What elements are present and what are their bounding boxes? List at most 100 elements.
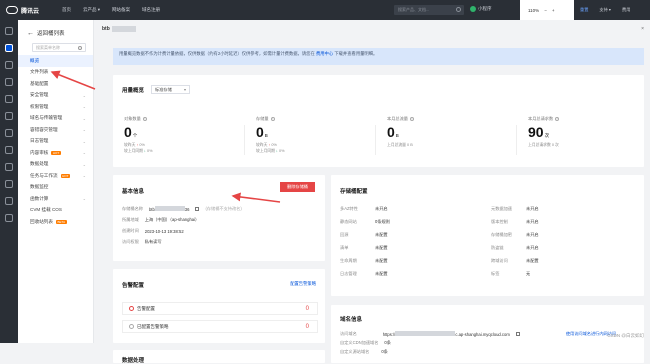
config-label: 多AZ特性 xyxy=(340,206,358,211)
redacted-bucket-name xyxy=(154,206,185,211)
created-row: 创建时间 2023-10-13 19:38:52 xyxy=(122,228,184,234)
metric-number: 0 xyxy=(387,124,395,140)
container-icon[interactable] xyxy=(5,163,13,171)
database-icon[interactable] xyxy=(5,78,13,86)
compare-value: 0 B xyxy=(407,143,413,147)
metric-unit: 次 xyxy=(544,133,550,138)
usage-metric: 对象数量? 0个 较昨天 ↑ 0% 较上月同期 ↓ 0% xyxy=(124,116,244,154)
nav-products[interactable]: 云产品 ▾ xyxy=(83,7,100,13)
metric-number: 0 xyxy=(124,124,132,140)
compare-value: 0 次 xyxy=(551,143,559,147)
help-icon[interactable]: ? xyxy=(142,117,147,121)
delete-bucket-button[interactable]: 删除存储桶 xyxy=(280,182,315,192)
config-label: 版本控制 xyxy=(491,219,508,224)
zoom-in-button[interactable]: + xyxy=(552,8,555,13)
help-icon[interactable]: ? xyxy=(555,117,560,121)
cos-icon[interactable] xyxy=(5,44,13,52)
config-label: 日志管理 xyxy=(340,271,357,276)
menu-search-input[interactable]: 搜索菜单名称 xyxy=(32,43,86,52)
configure-alert-link[interactable]: 配置告警策略 xyxy=(290,281,316,287)
config-value: 未配置 xyxy=(375,245,388,250)
sidebar-item[interactable]: 容错容灾管理 ⌄ xyxy=(18,124,93,136)
bucket-config-title: 存储桶配置 xyxy=(340,189,368,195)
domain-suffix: c.ap-shanghai.myqcloud.com xyxy=(455,332,510,337)
help-icon[interactable]: ? xyxy=(409,117,414,121)
config-value: 未开启 xyxy=(526,206,539,211)
sidebar-item[interactable]: CVM 挂载 COS xyxy=(18,205,93,217)
search-placeholder: 搜索产品、文档... xyxy=(398,7,430,12)
nav-home[interactable]: 首页 xyxy=(62,7,71,13)
help-icon[interactable]: ? xyxy=(270,117,275,121)
metric-divider xyxy=(516,125,517,155)
alert-row-triggered[interactable]: 告警配置 0 xyxy=(122,302,318,315)
sidebar-item[interactable]: 文件列表 xyxy=(18,67,93,79)
sidebar-item-label: 基础配置 xyxy=(30,80,49,86)
copy-icon[interactable] xyxy=(515,332,520,336)
metric-divider xyxy=(244,125,245,155)
close-icon[interactable]: × xyxy=(641,26,644,32)
sidebar-item-label: 域名与传输管理 xyxy=(30,115,63,121)
global-search-input[interactable]: 搜索产品、文档... xyxy=(394,5,464,15)
settings-icon[interactable] xyxy=(5,214,13,222)
sidebar-item-label: 日志管理 xyxy=(30,138,49,144)
server-icon[interactable] xyxy=(5,61,13,69)
nav-icp[interactable]: 网站备案 xyxy=(112,7,130,13)
cdn-icon[interactable] xyxy=(5,146,13,154)
metric-value: 0个 xyxy=(124,124,244,142)
sidebar-item[interactable]: 数据处理 ⌄ xyxy=(18,159,93,171)
brand-logo[interactable]: 腾讯云 xyxy=(6,6,60,15)
sidebar-item[interactable]: 基础配置 ⌄ xyxy=(18,78,93,90)
sidebar-item[interactable]: 权限管理 ⌄ xyxy=(18,101,93,113)
sidebar-item[interactable]: 回收站列表 BETA xyxy=(18,216,93,228)
sidebar-item-label: 文件列表 xyxy=(30,69,49,75)
alert-row-policies[interactable]: 已配置告警策略 0 xyxy=(122,320,318,333)
monitor-icon[interactable] xyxy=(5,112,13,120)
chevron-down-icon: ⌄ xyxy=(82,92,86,98)
zoom-reset-button[interactable]: 重置 xyxy=(580,7,588,13)
network-icon[interactable] xyxy=(5,95,13,103)
sidebar-item[interactable]: 日志管理 ⌄ xyxy=(18,136,93,148)
sidebar-item-label: 回收站列表 xyxy=(30,218,53,224)
metric-label-text: 本月总请求数 xyxy=(528,116,554,121)
sidebar-item[interactable]: 安全管理 ⌄ xyxy=(18,90,93,102)
metric-compare: 上月总流量 0 B xyxy=(387,143,507,148)
domain-row: 访问域名 https://c.ap-shanghai.myqcloud.com … xyxy=(340,331,616,337)
arrow-down-icon: ↓ xyxy=(276,149,278,153)
config-row: 多AZ特性 未开启 xyxy=(340,206,388,212)
grid-icon[interactable] xyxy=(5,27,13,35)
metric-label: 本月总请求数? xyxy=(528,116,648,122)
alert-row-label: 已配置告警策略 xyxy=(137,323,169,329)
chart-icon[interactable] xyxy=(5,197,13,205)
config-label: 回源 xyxy=(340,232,349,237)
sidebar-item-label: 概览 xyxy=(30,57,40,63)
sidebar-item[interactable]: 概览 xyxy=(18,55,93,67)
policy-dot-icon xyxy=(129,324,134,329)
function-icon[interactable] xyxy=(5,180,13,188)
sidebar-item-label: 函数计算 xyxy=(30,195,49,201)
compare-label: 较上月同期 xyxy=(256,149,275,153)
sidebar-item[interactable]: 数据监控 xyxy=(18,182,93,194)
mini-program-entry[interactable]: 小程序 xyxy=(470,6,492,12)
sidebar-item[interactable]: 函数计算 ⌄ xyxy=(18,193,93,205)
storage-class-select[interactable]: 标准存储 xyxy=(151,85,191,94)
metric-label: 对象数量? xyxy=(124,116,244,122)
compare-label: 上月总请求数 xyxy=(528,143,551,147)
nav-domain[interactable]: 域名注册 xyxy=(142,7,160,13)
domain-prefix: https:// xyxy=(382,332,396,337)
copy-icon[interactable] xyxy=(195,207,200,211)
zoom-popup: 110% − + xyxy=(520,0,574,20)
config-row: 跨域访问 未配置 xyxy=(491,258,539,264)
nav-support[interactable]: 支持 ▾ xyxy=(599,7,611,13)
sidebar-item[interactable]: 内容审核 HOT ⌄ xyxy=(18,147,93,159)
metric-compare: 较昨天 ↑ 0% xyxy=(256,143,376,148)
billing-center-link[interactable]: 费用中心 xyxy=(316,51,333,56)
back-to-bucket-list[interactable]: ← 返回桶列表 xyxy=(18,20,93,38)
sidebar-item[interactable]: 域名与传输管理 ⌄ xyxy=(18,113,93,125)
sidebar-item[interactable]: 任务与工作流 HOT ⌄ xyxy=(18,170,93,182)
nav-billing[interactable]: 费用 xyxy=(622,7,630,13)
search-icon[interactable] xyxy=(456,7,461,12)
metric-label-text: 对象数量 xyxy=(124,116,141,121)
shield-icon[interactable] xyxy=(5,129,13,137)
zoom-out-button[interactable]: − xyxy=(544,8,547,13)
arrow-down-icon: ↓ xyxy=(144,149,146,153)
